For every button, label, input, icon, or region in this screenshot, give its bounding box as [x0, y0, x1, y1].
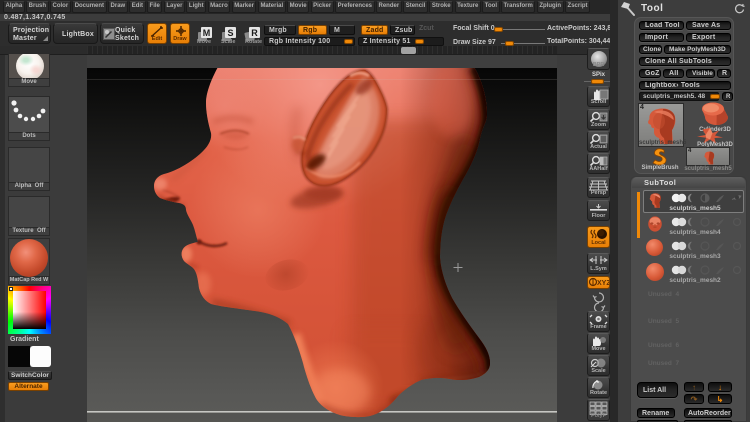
svg-text:S: S	[227, 28, 233, 38]
svg-text:XYZ: XYZ	[597, 280, 609, 287]
svg-text:M: M	[203, 28, 211, 38]
svg-text:R: R	[251, 28, 258, 38]
